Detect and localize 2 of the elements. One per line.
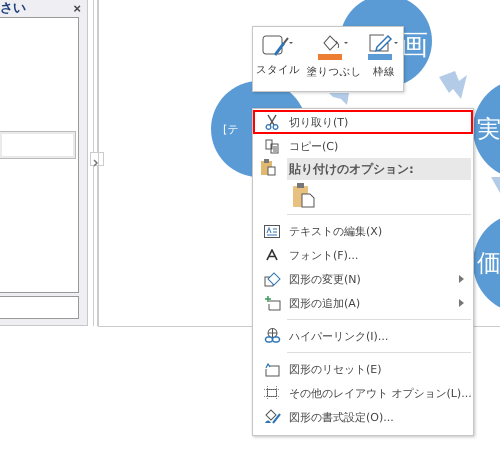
- pane-title: さい: [0, 0, 26, 17]
- paste-options-header: 貼り付けのオプション:: [287, 158, 471, 180]
